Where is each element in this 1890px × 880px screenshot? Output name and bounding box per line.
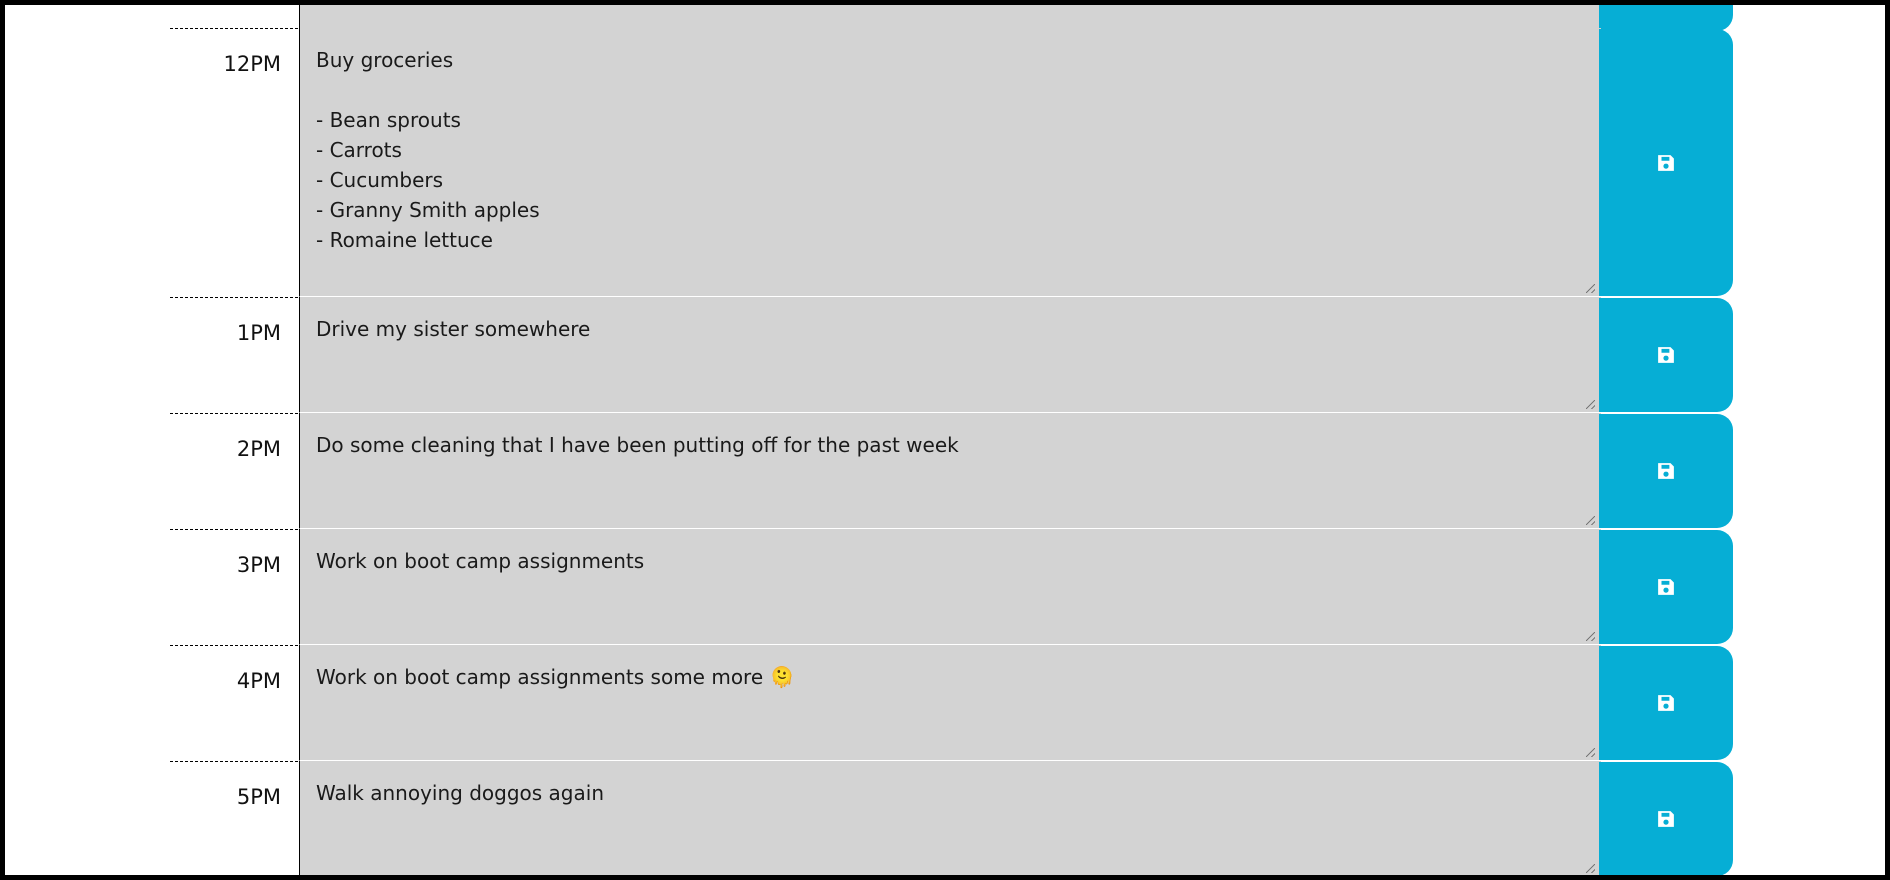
floppy-disk-icon bbox=[1658, 154, 1674, 171]
description-text: Buy groceries - Bean sprouts - Carrots -… bbox=[316, 48, 540, 252]
description-text: Walk annoying doggos again bbox=[316, 781, 604, 805]
description-text: Work on boot camp assignments some more … bbox=[316, 665, 795, 689]
floppy-disk-icon bbox=[1658, 463, 1674, 479]
time-block-row: 2PM Do some cleaning that I have been pu… bbox=[5, 413, 1885, 529]
resize-handle-icon[interactable] bbox=[1586, 284, 1595, 293]
hour-label: 5PM bbox=[236, 785, 281, 809]
hour-label: 1PM bbox=[236, 321, 281, 345]
hour-column: 2PM bbox=[170, 413, 303, 529]
hour-column: 4PM bbox=[170, 645, 303, 761]
floppy-disk-icon bbox=[1658, 811, 1674, 827]
save-button[interactable] bbox=[1599, 646, 1733, 760]
resize-handle-icon[interactable] bbox=[1586, 864, 1595, 873]
hour-label: 12PM bbox=[223, 52, 281, 76]
save-button[interactable] bbox=[1599, 762, 1733, 875]
save-button[interactable] bbox=[1599, 29, 1733, 296]
hour-label: 2PM bbox=[236, 437, 281, 461]
hour-column: 5PM bbox=[170, 761, 303, 875]
time-block-row: 3PM Work on boot camp assignments bbox=[5, 529, 1885, 645]
save-button[interactable] bbox=[1599, 414, 1733, 528]
hour-column: 1PM bbox=[170, 297, 303, 413]
time-block-row: 4PM Work on boot camp assignments some m… bbox=[5, 645, 1885, 761]
scheduler-page: 12PM Buy groceries - Bean sprouts - Carr… bbox=[5, 5, 1885, 875]
save-button[interactable] bbox=[1599, 298, 1733, 412]
time-block-row: 12PM Buy groceries - Bean sprouts - Carr… bbox=[5, 28, 1885, 297]
hour-label: 3PM bbox=[236, 553, 281, 577]
save-button[interactable] bbox=[1599, 530, 1733, 644]
resize-handle-icon[interactable] bbox=[1586, 632, 1595, 641]
time-block-row: 1PM Drive my sister somewhere bbox=[5, 297, 1885, 413]
description-textarea[interactable]: Drive my sister somewhere bbox=[299, 297, 1601, 413]
time-block-row: 5PM Walk annoying doggos again bbox=[5, 761, 1885, 875]
resize-handle-icon[interactable] bbox=[1586, 516, 1595, 525]
description-textarea[interactable]: Work on boot camp assignments bbox=[299, 529, 1601, 645]
description-text: Work on boot camp assignments bbox=[316, 549, 645, 573]
hour-column: 3PM bbox=[170, 529, 303, 645]
hour-label: 4PM bbox=[236, 669, 281, 693]
resize-handle-icon[interactable] bbox=[1586, 748, 1595, 757]
description-text: Do some cleaning that I have been puttin… bbox=[316, 433, 959, 457]
description-textarea[interactable]: Buy groceries - Bean sprouts - Carrots -… bbox=[299, 28, 1601, 297]
hour-column: 12PM bbox=[170, 28, 303, 297]
floppy-disk-icon bbox=[1658, 347, 1674, 363]
description-textarea[interactable]: Walk annoying doggos again bbox=[299, 761, 1601, 875]
floppy-disk-icon bbox=[1658, 579, 1674, 595]
floppy-disk-icon bbox=[1658, 695, 1674, 711]
description-textarea[interactable]: Work on boot camp assignments some more … bbox=[299, 645, 1601, 761]
description-textarea[interactable]: Do some cleaning that I have been puttin… bbox=[299, 413, 1601, 529]
resize-handle-icon[interactable] bbox=[1586, 400, 1595, 409]
description-text: Drive my sister somewhere bbox=[316, 317, 591, 341]
